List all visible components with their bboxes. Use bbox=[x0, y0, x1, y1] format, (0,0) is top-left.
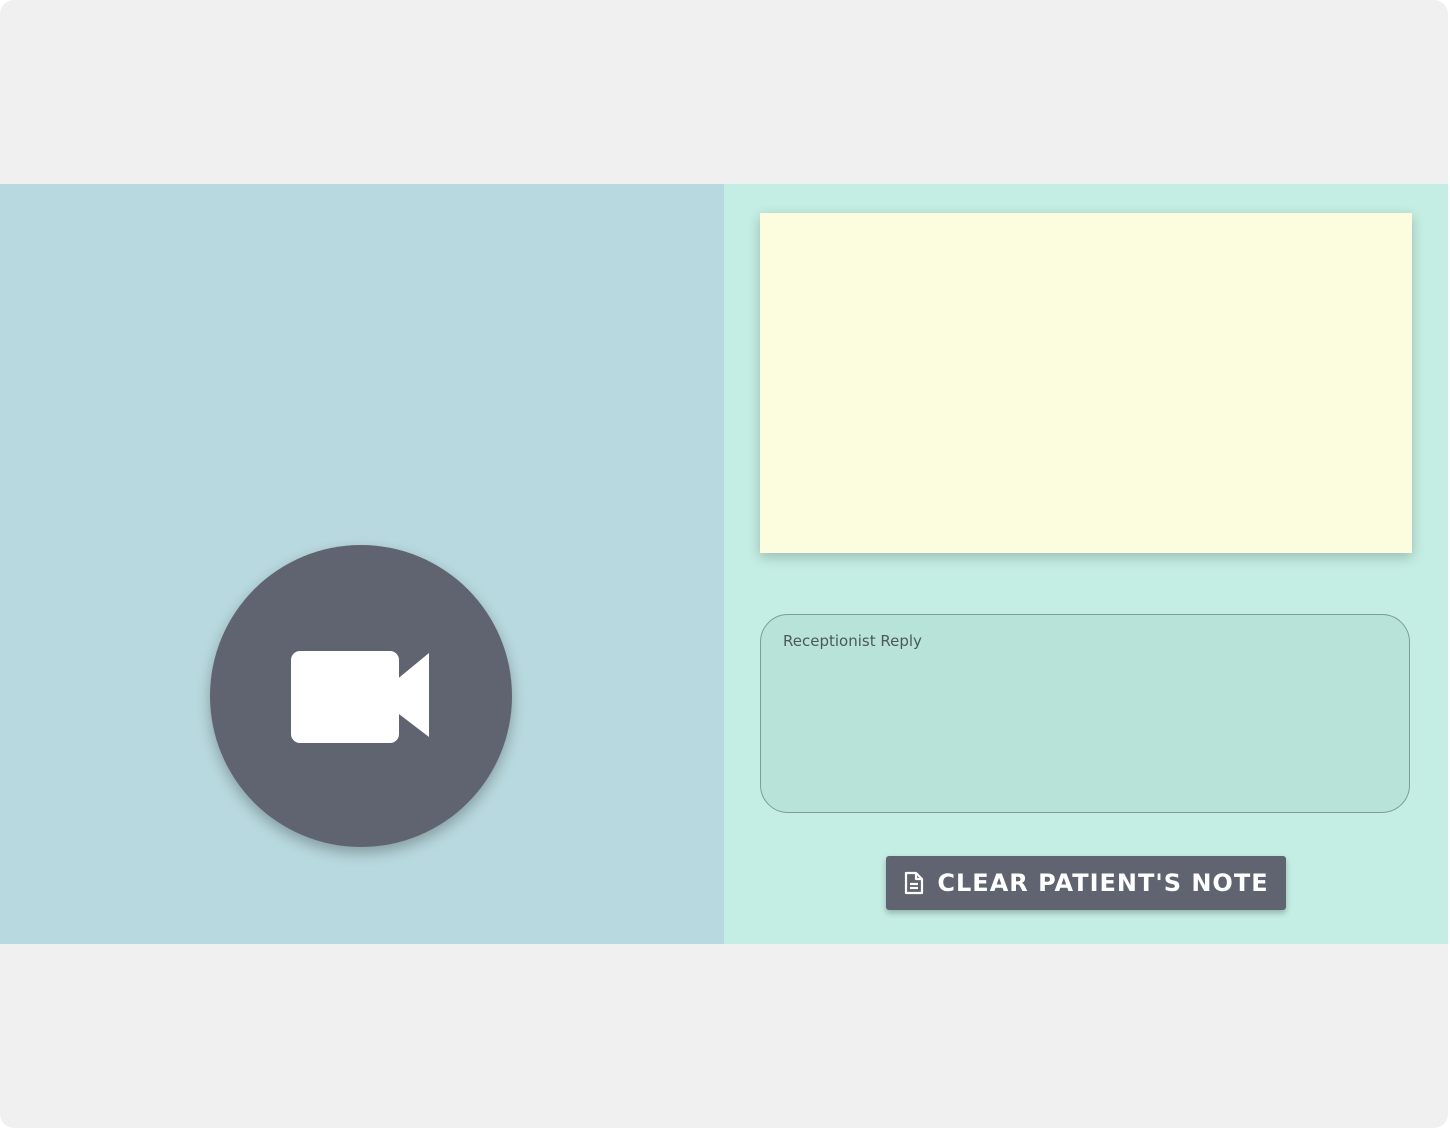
main-band: CLEAR PATIENT'S NOTE bbox=[0, 184, 1448, 944]
patient-note-area bbox=[760, 213, 1412, 553]
start-video-button[interactable] bbox=[210, 545, 512, 847]
videocam-icon bbox=[291, 651, 429, 743]
clear-button-label: CLEAR PATIENT'S NOTE bbox=[937, 869, 1269, 897]
receptionist-reply-input[interactable] bbox=[761, 615, 1409, 812]
video-panel bbox=[0, 184, 724, 944]
receptionist-reply-field[interactable] bbox=[760, 614, 1410, 813]
clear-patient-note-button[interactable]: CLEAR PATIENT'S NOTE bbox=[886, 856, 1286, 910]
notes-panel: CLEAR PATIENT'S NOTE bbox=[724, 184, 1448, 944]
app-frame: CLEAR PATIENT'S NOTE bbox=[0, 0, 1448, 1128]
note-icon bbox=[905, 871, 924, 895]
